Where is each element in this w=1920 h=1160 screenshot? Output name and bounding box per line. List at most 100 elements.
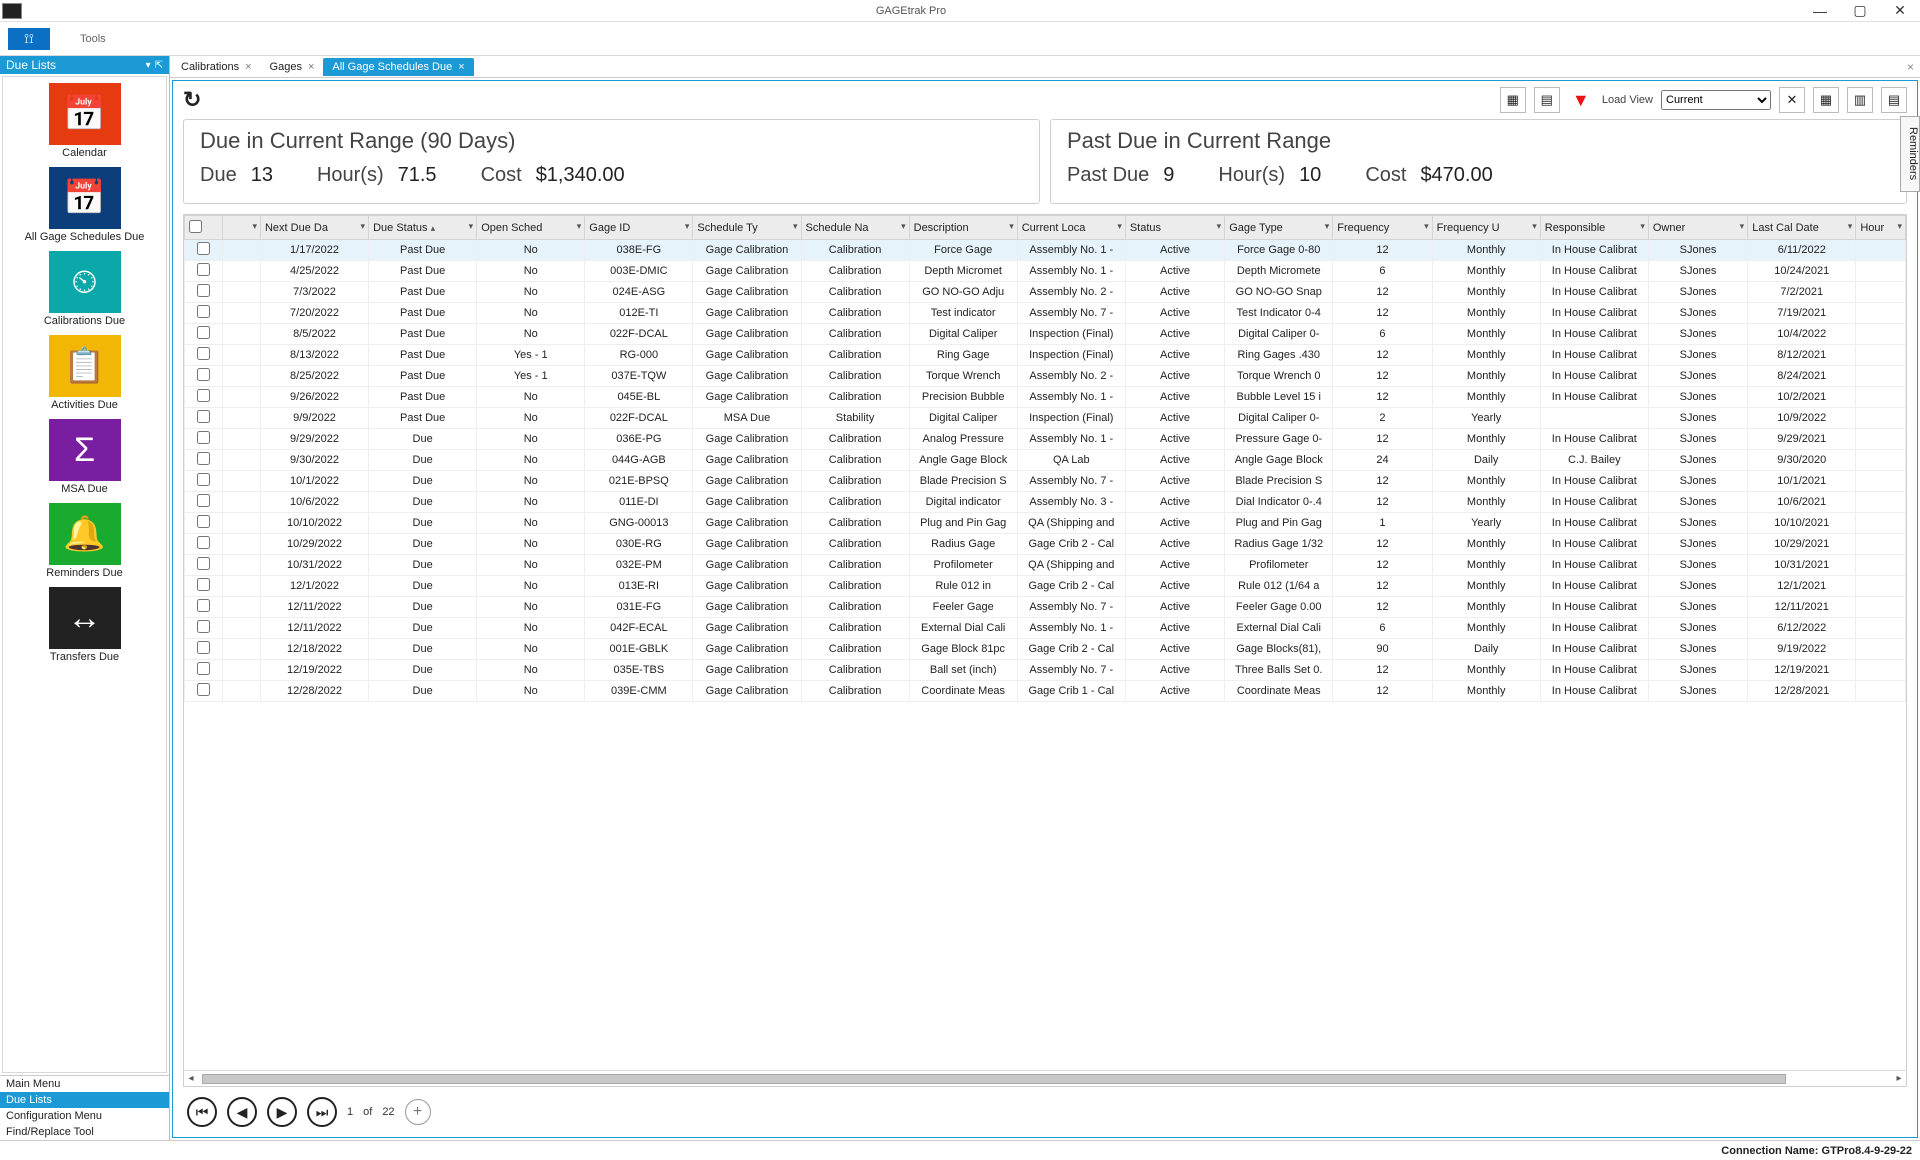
grid-select-all[interactable] — [189, 220, 202, 233]
table-row[interactable]: 7/20/2022Past DueNo012E-TIGage Calibrati… — [185, 303, 1906, 324]
ribbon-home-icon[interactable]: ⟟⟟ — [8, 28, 50, 50]
row-checkbox[interactable] — [197, 641, 210, 654]
tab-close-all[interactable]: × — [1907, 60, 1914, 74]
table-row[interactable]: 1/17/2022Past DueNo038E-FGGage Calibrati… — [185, 240, 1906, 261]
export-button[interactable]: ▥ — [1847, 87, 1873, 113]
col-last-cal-date[interactable]: Last Cal Date▾ — [1748, 216, 1856, 240]
row-checkbox[interactable] — [197, 620, 210, 633]
filter-icon[interactable]: ▾ — [361, 221, 366, 232]
row-checkbox[interactable] — [197, 473, 210, 486]
row-checkbox[interactable] — [197, 536, 210, 549]
grid-horizontal-scrollbar[interactable]: ◂▸ — [184, 1070, 1906, 1086]
table-row[interactable]: 10/31/2022DueNo032E-PMGage CalibrationCa… — [185, 555, 1906, 576]
filter-icon[interactable]: ▾ — [1009, 221, 1014, 232]
filter-icon[interactable]: ▾ — [1848, 221, 1853, 232]
pager-prev[interactable]: ◀ — [227, 1097, 257, 1127]
table-row[interactable]: 9/26/2022Past DueNo045E-BLGage Calibrati… — [185, 387, 1906, 408]
table-row[interactable]: 10/1/2022DueNo021E-BPSQGage CalibrationC… — [185, 471, 1906, 492]
row-checkbox[interactable] — [197, 557, 210, 570]
row-checkbox[interactable] — [197, 494, 210, 507]
reminders-side-tab[interactable]: Reminders — [1900, 116, 1920, 192]
sidebar-dropdown-icon[interactable]: ▾ — [146, 60, 151, 71]
row-checkbox[interactable] — [197, 515, 210, 528]
col-frequency[interactable]: Frequency▾ — [1333, 216, 1432, 240]
table-row[interactable]: 4/25/2022Past DueNo003E-DMICGage Calibra… — [185, 261, 1906, 282]
table-row[interactable]: 8/13/2022Past DueYes - 1RG-000Gage Calib… — [185, 345, 1906, 366]
table-row[interactable]: 12/28/2022DueNo039E-CMMGage CalibrationC… — [185, 681, 1906, 702]
tab-close-icon[interactable]: × — [308, 61, 314, 73]
col-description[interactable]: Description▾ — [909, 216, 1017, 240]
sidebar-pin-icon[interactable]: ⇱ — [155, 60, 163, 71]
table-row[interactable]: 8/25/2022Past DueYes - 1037E-TQWGage Cal… — [185, 366, 1906, 387]
row-checkbox[interactable] — [197, 242, 210, 255]
sidebar-item-reminders-due[interactable]: 🔔 Reminders Due — [7, 503, 162, 579]
bottom-menu-configuration-menu[interactable]: Configuration Menu — [0, 1108, 169, 1124]
table-row[interactable]: 12/1/2022DueNo013E-RIGage CalibrationCal… — [185, 576, 1906, 597]
tab-close-icon[interactable]: × — [458, 61, 464, 73]
window-minimize[interactable]: — — [1800, 0, 1840, 22]
sidebar-item-activities-due[interactable]: 📋 Activities Due — [7, 335, 162, 411]
filter-icon[interactable]: ▾ — [1640, 221, 1645, 232]
table-row[interactable]: 10/29/2022DueNo030E-RGGage CalibrationCa… — [185, 534, 1906, 555]
col-schedule-ty[interactable]: Schedule Ty▾ — [693, 216, 801, 240]
pager-next[interactable]: ▶ — [267, 1097, 297, 1127]
bottom-menu-main-menu[interactable]: Main Menu — [0, 1076, 169, 1092]
tab-close-icon[interactable]: × — [245, 61, 251, 73]
table-row[interactable]: 10/6/2022DueNo011E-DIGage CalibrationCal… — [185, 492, 1906, 513]
bottom-menu-due-lists[interactable]: Due Lists — [0, 1092, 169, 1108]
filter-icon[interactable]: ▾ — [1740, 221, 1745, 232]
col-gage-id[interactable]: Gage ID▾ — [585, 216, 693, 240]
filter-icon[interactable]: ▾ — [1325, 221, 1330, 232]
pager-first[interactable]: ⏮ — [187, 1097, 217, 1127]
window-maximize[interactable]: ▢ — [1840, 0, 1880, 22]
table-row[interactable]: 10/10/2022DueNoGNG-00013Gage Calibration… — [185, 513, 1906, 534]
grid-view-2-button[interactable]: ▤ — [1534, 87, 1560, 113]
row-checkbox[interactable] — [197, 410, 210, 423]
row-checkbox[interactable] — [197, 578, 210, 591]
col-open-sched[interactable]: Open Sched▾ — [477, 216, 585, 240]
col-frequency-u[interactable]: Frequency U▾ — [1432, 216, 1540, 240]
row-checkbox[interactable] — [197, 683, 210, 696]
print-button[interactable]: ▤ — [1881, 87, 1907, 113]
col-owner[interactable]: Owner▾ — [1648, 216, 1747, 240]
row-checkbox[interactable] — [197, 389, 210, 402]
filter-icon[interactable]: ▾ — [685, 221, 690, 232]
table-row[interactable]: 9/30/2022DueNo044G-AGBGage CalibrationCa… — [185, 450, 1906, 471]
row-checkbox[interactable] — [197, 662, 210, 675]
row-checkbox[interactable] — [197, 347, 210, 360]
col-responsible[interactable]: Responsible▾ — [1540, 216, 1648, 240]
row-checkbox[interactable] — [197, 305, 210, 318]
window-close[interactable]: ✕ — [1880, 0, 1920, 22]
sidebar-item-transfers-due[interactable]: ↔ Transfers Due — [7, 587, 162, 663]
row-checkbox[interactable] — [197, 284, 210, 297]
row-checkbox[interactable] — [197, 599, 210, 612]
table-row[interactable]: 12/18/2022DueNo001E-GBLKGage Calibration… — [185, 639, 1906, 660]
filter-icon[interactable]: ▾ — [1117, 221, 1122, 232]
table-row[interactable]: 8/5/2022Past DueNo022F-DCALGage Calibrat… — [185, 324, 1906, 345]
table-row[interactable]: 7/3/2022Past DueNo024E-ASGGage Calibrati… — [185, 282, 1906, 303]
tab-all-gage-schedules-due[interactable]: All Gage Schedules Due× — [323, 58, 473, 76]
row-checkbox[interactable] — [197, 368, 210, 381]
filter-icon[interactable]: ▾ — [1897, 221, 1902, 232]
row-checkbox[interactable] — [197, 263, 210, 276]
sidebar-item-msa-due[interactable]: Σ MSA Due — [7, 419, 162, 495]
sidebar-item-calendar[interactable]: 📅 Calendar — [7, 83, 162, 159]
table-row[interactable]: 12/11/2022DueNo042F-ECALGage Calibration… — [185, 618, 1906, 639]
col-hour[interactable]: Hour▾ — [1856, 216, 1906, 240]
filter-icon[interactable]: ▾ — [469, 221, 474, 232]
save-layout-button[interactable]: ▦ — [1813, 87, 1839, 113]
table-row[interactable]: 9/29/2022DueNo036E-PGGage CalibrationCal… — [185, 429, 1906, 450]
bottom-menu-find-replace-tool[interactable]: Find/Replace Tool — [0, 1124, 169, 1140]
col-next-due-da[interactable]: Next Due Da▾ — [260, 216, 368, 240]
col-due-status[interactable]: Due Status ▴▾ — [369, 216, 477, 240]
filter-icon[interactable]: ▾ — [901, 221, 906, 232]
row-checkbox[interactable] — [197, 452, 210, 465]
filter-icon[interactable]: ▾ — [793, 221, 798, 232]
table-row[interactable]: 9/9/2022Past DueNo022F-DCALMSA DueStabil… — [185, 408, 1906, 429]
table-row[interactable]: 12/19/2022DueNo035E-TBSGage CalibrationC… — [185, 660, 1906, 681]
row-checkbox[interactable] — [197, 431, 210, 444]
pager-last[interactable]: ⏭ — [307, 1097, 337, 1127]
load-view-select[interactable]: Current — [1661, 90, 1771, 110]
filter-icon[interactable]: ▼ — [1568, 87, 1594, 113]
col-filter[interactable]: ▾ — [222, 216, 260, 240]
